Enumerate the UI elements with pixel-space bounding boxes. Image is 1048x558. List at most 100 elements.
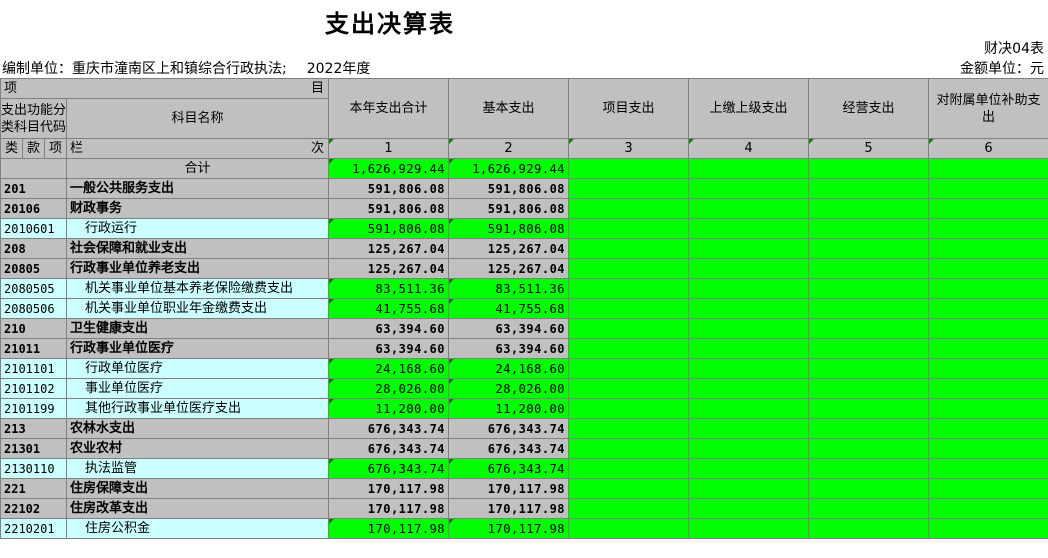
business-expense-value: [808, 358, 930, 379]
lan-label: 栏: [70, 141, 84, 156]
ci-label: 次: [311, 141, 325, 156]
subsidy-expense-value: [928, 318, 1048, 339]
mu-label: 目: [311, 81, 325, 96]
subject-name: 住房保障支出: [65, 478, 330, 499]
subject-code: 2210201: [0, 518, 67, 539]
subject-name: 机关事业单位职业年金缴费支出: [65, 298, 330, 319]
subject-name: 行政事业单位养老支出: [65, 258, 330, 279]
subject-code: 2101102: [0, 378, 67, 399]
total-expense-value: 28,026.00: [328, 378, 450, 399]
col-header-1: 本年支出合计: [328, 78, 450, 139]
total-expense-value: 63,394.60: [328, 338, 450, 359]
lei-label: 类: [0, 138, 23, 159]
subject-name: 农林水支出: [65, 418, 330, 439]
total-code-cell: [0, 158, 67, 179]
subsidy-expense-value: [928, 438, 1048, 459]
business-expense-value: [808, 238, 930, 259]
subsidy-expense-value: [928, 298, 1048, 319]
report-year: 2022年度: [306, 61, 371, 77]
subject-code: 22102: [0, 498, 67, 519]
subsidy-expense-value: [928, 358, 1048, 379]
subject-code: 2101101: [0, 358, 67, 379]
total-upper-value: [688, 158, 810, 179]
upper-payment-value: [688, 198, 810, 219]
table-row: 221 住房保障支出 170,117.98 170,117.98: [0, 478, 1048, 499]
total-expense-value: 11,200.00: [328, 398, 450, 419]
business-expense-value: [808, 398, 930, 419]
expenditure-table: 项 目 本年支出合计 基本支出 项目支出 上缴上级支出 经营支出 对附属单位补助…: [0, 78, 1048, 539]
subsidy-expense-value: [928, 238, 1048, 259]
project-expense-value: [568, 378, 690, 399]
subject-name: 农业农村: [65, 438, 330, 459]
subject-code: 20805: [0, 258, 67, 279]
upper-payment-value: [688, 518, 810, 539]
total-sum-value: 1,626,929.44: [328, 158, 450, 179]
basic-expense-value: 125,267.04: [448, 238, 570, 259]
basic-expense-value: 28,026.00: [448, 378, 570, 399]
total-basic-value: 1,626,929.44: [448, 158, 570, 179]
basic-expense-value: 63,394.60: [448, 338, 570, 359]
basic-expense-value: 676,343.74: [448, 458, 570, 479]
upper-payment-value: [688, 458, 810, 479]
total-expense-value: 170,117.98: [328, 478, 450, 499]
table-row: 213 农林水支出 676,343.74 676,343.74: [0, 418, 1048, 439]
project-expense-value: [568, 338, 690, 359]
project-expense-value: [568, 438, 690, 459]
col-no-5: 5: [808, 138, 930, 159]
business-expense-value: [808, 338, 930, 359]
subject-code: 208: [0, 238, 67, 259]
total-subsidy-value: [928, 158, 1048, 179]
subject-name: 执法监管: [65, 458, 330, 479]
subject-name: 卫生健康支出: [65, 318, 330, 339]
upper-payment-value: [688, 418, 810, 439]
subsidy-expense-value: [928, 338, 1048, 359]
table-row: 2210201 住房公积金 170,117.98 170,117.98: [0, 518, 1048, 539]
business-expense-value: [808, 478, 930, 499]
subject-name: 其他行政事业单位医疗支出: [65, 398, 330, 419]
total-expense-value: 170,117.98: [328, 518, 450, 539]
total-row: 合计 1,626,929.44 1,626,929.44: [0, 158, 1048, 179]
subject-code: 201: [0, 178, 67, 199]
upper-payment-value: [688, 378, 810, 399]
business-expense-value: [808, 278, 930, 299]
xiang-mu-header: 项 目: [0, 78, 330, 99]
total-expense-value: 591,806.08: [328, 218, 450, 239]
xiang2-label: 项: [44, 138, 67, 159]
report-title: 支出决算表: [325, 10, 455, 38]
subject-name: 一般公共服务支出: [65, 178, 330, 199]
upper-payment-value: [688, 238, 810, 259]
business-expense-value: [808, 498, 930, 519]
business-expense-value: [808, 258, 930, 279]
basic-expense-value: 41,755.68: [448, 298, 570, 319]
subsidy-expense-value: [928, 278, 1048, 299]
project-expense-value: [568, 498, 690, 519]
table-row: 21011 行政事业单位医疗 63,394.60 63,394.60: [0, 338, 1048, 359]
upper-payment-value: [688, 218, 810, 239]
total-expense-value: 676,343.74: [328, 418, 450, 439]
subsidy-expense-value: [928, 518, 1048, 539]
total-expense-value: 170,117.98: [328, 498, 450, 519]
subject-code: 2130110: [0, 458, 67, 479]
col-header-3: 项目支出: [568, 78, 690, 139]
basic-expense-value: 170,117.98: [448, 478, 570, 499]
subsidy-expense-value: [928, 218, 1048, 239]
table-row: 20805 行政事业单位养老支出 125,267.04 125,267.04: [0, 258, 1048, 279]
table-row: 208 社会保障和就业支出 125,267.04 125,267.04: [0, 238, 1048, 259]
upper-payment-value: [688, 178, 810, 199]
project-expense-value: [568, 238, 690, 259]
subsidy-expense-value: [928, 378, 1048, 399]
basic-expense-value: 591,806.08: [448, 218, 570, 239]
upper-payment-value: [688, 338, 810, 359]
total-expense-value: 125,267.04: [328, 258, 450, 279]
col-no-2: 2: [448, 138, 570, 159]
subsidy-expense-value: [928, 398, 1048, 419]
total-expense-value: 125,267.04: [328, 238, 450, 259]
subject-name: 住房公积金: [65, 518, 330, 539]
upper-payment-value: [688, 278, 810, 299]
upper-payment-value: [688, 358, 810, 379]
kuan-label: 款: [22, 138, 45, 159]
project-expense-value: [568, 418, 690, 439]
business-expense-value: [808, 298, 930, 319]
table-row: 20106 财政事务 591,806.08 591,806.08: [0, 198, 1048, 219]
project-expense-value: [568, 218, 690, 239]
